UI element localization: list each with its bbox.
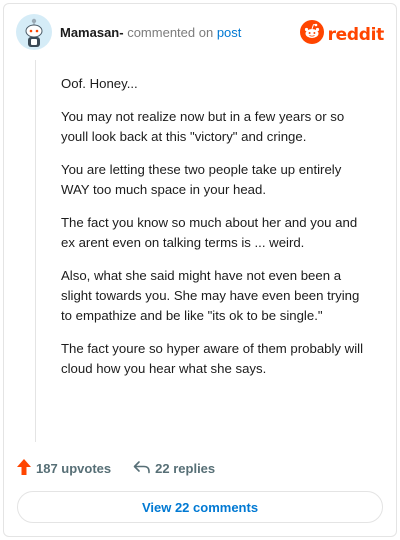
username[interactable]: Mamasan- <box>60 25 124 40</box>
upvote-count: 187 upvotes <box>36 460 112 476</box>
upvote-button[interactable]: 187 upvotes <box>16 458 111 479</box>
comment-paragraph: The fact you know so much about her and … <box>61 215 358 250</box>
comment-paragraph: The fact youre so hyper aware of them pr… <box>61 341 363 376</box>
post-link[interactable]: post <box>217 25 242 40</box>
commented-on-text: commented on <box>127 25 214 40</box>
comment-paragraph: Also, what she said might have not even … <box>61 268 360 323</box>
thread-line <box>35 60 36 442</box>
reddit-wordmark: reddit <box>327 24 385 45</box>
comment-paragraph: You are letting these two people take up… <box>61 162 342 197</box>
view-comments-button[interactable]: View 22 comments <box>17 491 383 523</box>
comment-paragraph: Oof. Honey... <box>61 76 138 91</box>
comment-paragraph: You may not realize now but in a few yea… <box>61 109 345 144</box>
comment-body: Oof. Honey... You may not realize now bu… <box>61 74 373 392</box>
upvote-arrow-icon <box>16 458 32 479</box>
reply-arrow-icon <box>133 460 151 477</box>
replies-button[interactable]: 22 replies <box>133 460 215 477</box>
reddit-snoo-icon <box>299 20 324 49</box>
comment-header: Mamasan- commented on post reddit <box>16 14 384 50</box>
reply-count: 22 replies <box>155 460 216 476</box>
comment-footer: 187 upvotes 22 replies <box>16 458 376 478</box>
reddit-logo[interactable]: reddit <box>299 20 385 49</box>
snoo-avatar-icon[interactable] <box>16 14 52 50</box>
user-line: Mamasan- commented on post <box>60 25 241 40</box>
